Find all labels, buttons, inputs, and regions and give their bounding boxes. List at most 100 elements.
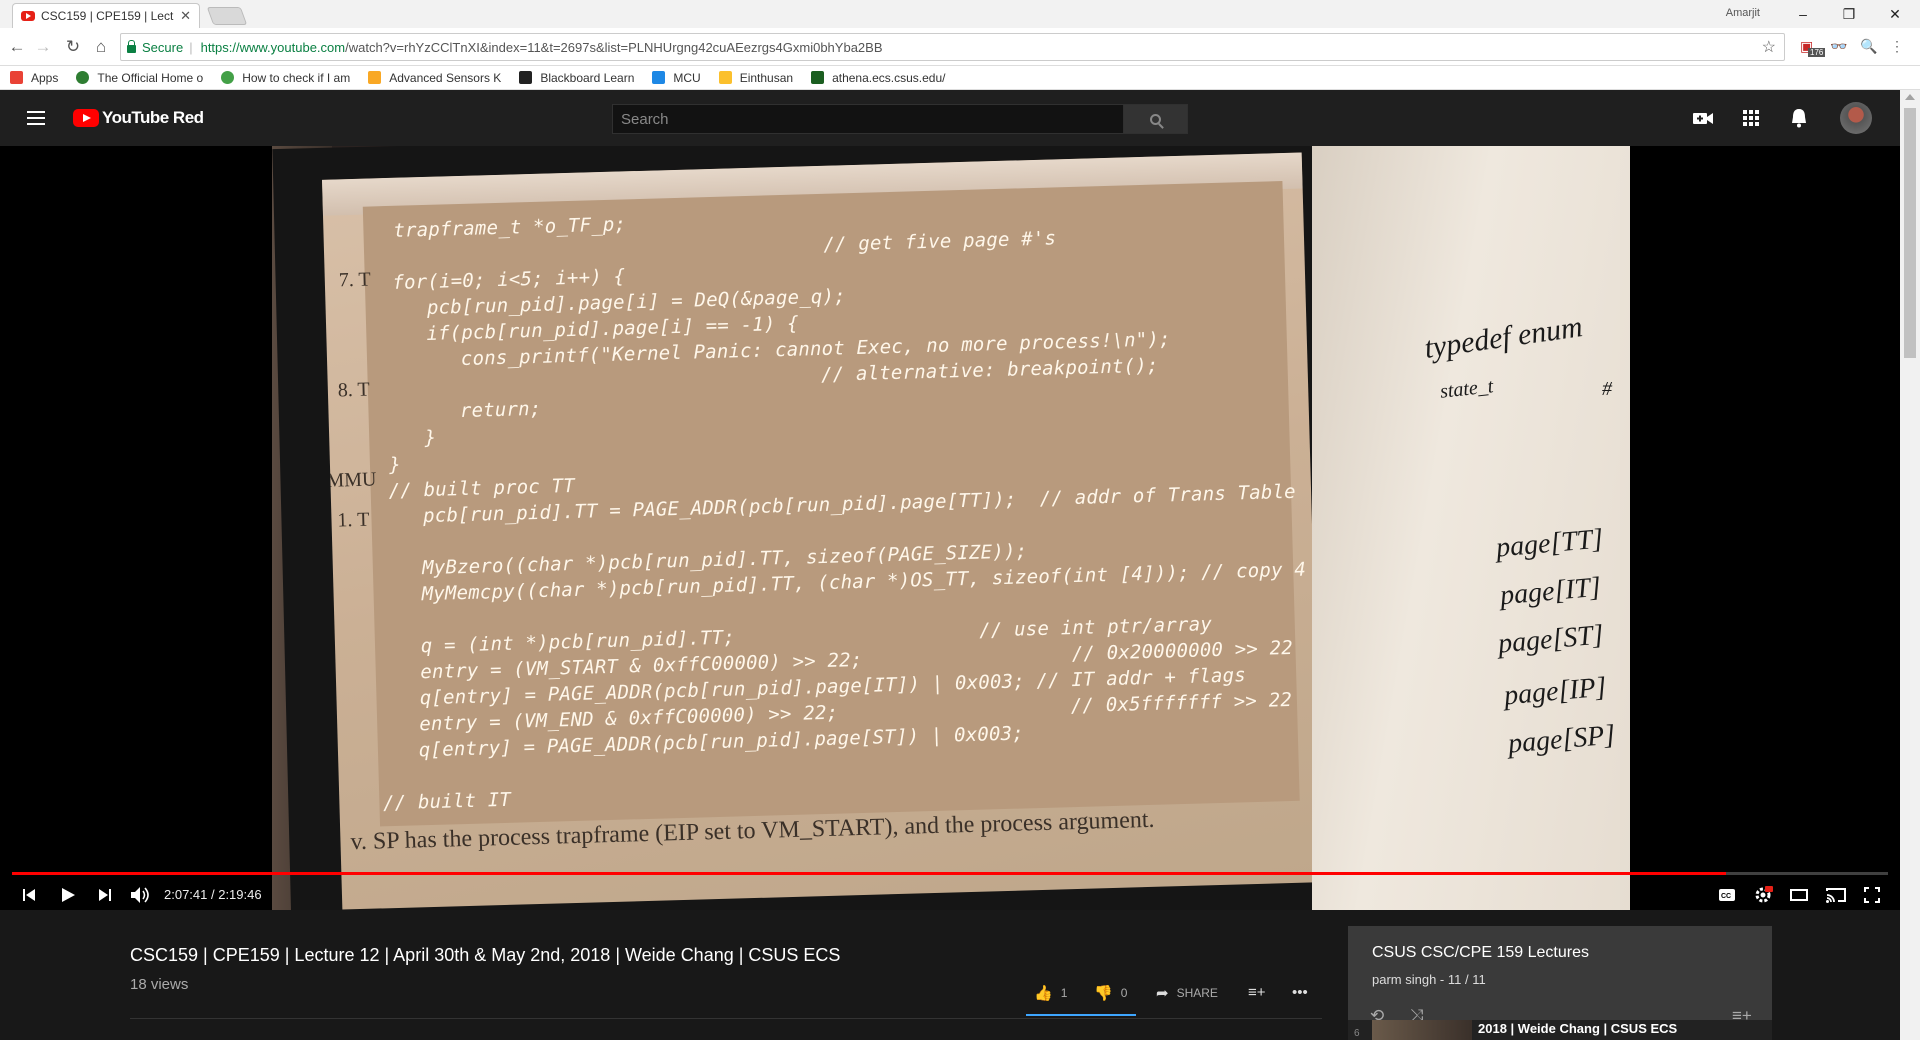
- close-window-button[interactable]: ✕: [1872, 2, 1918, 26]
- whiteboard: typedef enum state_t # page[TT] page[IT]…: [1312, 146, 1630, 910]
- lock-icon: [127, 40, 136, 53]
- create-video-icon[interactable]: [1692, 108, 1714, 128]
- video-info-section: CSC159 | CPE159 | Lecture 12 | April 30t…: [0, 910, 1900, 1040]
- tab-title: CSC159 | CPE159 | Lectur: [41, 9, 175, 23]
- playlist-thumbnail: [1372, 1020, 1472, 1040]
- playlist-add-icon: ≡+: [1248, 984, 1266, 1001]
- reload-icon[interactable]: ↻: [62, 36, 84, 58]
- search-input[interactable]: [613, 105, 1123, 133]
- youtube-logo[interactable]: YouTube Red: [73, 108, 204, 128]
- profile-name[interactable]: Amarjit: [1726, 7, 1760, 19]
- share-arrow-icon: ➦: [1156, 985, 1169, 1002]
- dislike-count: 0: [1120, 986, 1128, 1000]
- logo-text: YouTube Red: [102, 108, 204, 127]
- scroll-thumb[interactable]: [1904, 108, 1916, 358]
- share-label: SHARE: [1176, 986, 1218, 1000]
- progress-played: [12, 872, 1726, 875]
- code-line: // built IT: [382, 788, 512, 815]
- more-actions-button[interactable]: •••: [1292, 984, 1316, 1001]
- search-button[interactable]: [1123, 105, 1187, 133]
- bookmark-favicon-icon: [811, 71, 825, 84]
- search-box: [612, 104, 1188, 134]
- divider: [130, 1018, 1322, 1019]
- bookmark-star-icon[interactable]: ☆: [1762, 37, 1776, 57]
- hamburger-menu-icon[interactable]: [27, 111, 45, 125]
- like-button[interactable]: 👍 1: [1034, 984, 1067, 1002]
- separator: |: [189, 39, 193, 55]
- avatar[interactable]: [1840, 102, 1872, 134]
- url-text[interactable]: https://www.youtube.com/watch?v=rhYzCClT…: [201, 40, 883, 55]
- slide-margin-mark: 1. T: [337, 508, 370, 532]
- bookmark-item[interactable]: How to check if I am: [221, 71, 350, 85]
- more-horizontal-icon: •••: [1292, 984, 1308, 1001]
- new-tab-button[interactable]: [206, 7, 248, 25]
- bookmark-item[interactable]: Blackboard Learn: [519, 71, 634, 85]
- bookmark-item[interactable]: athena.ecs.csus.edu/: [811, 71, 946, 85]
- tab-close-icon[interactable]: ✕: [180, 8, 191, 24]
- view-count: 18 views: [130, 976, 189, 993]
- address-bar[interactable]: Secure | https://www.youtube.com/watch?v…: [120, 33, 1785, 61]
- fullscreen-icon[interactable]: [1864, 887, 1880, 903]
- minimize-button[interactable]: –: [1780, 2, 1826, 26]
- bookmark-label: Advanced Sensors K: [389, 70, 502, 85]
- settings-gear-icon[interactable]: [1753, 886, 1773, 904]
- blackboard-icon: [519, 71, 533, 84]
- theater-mode-icon[interactable]: [1790, 888, 1808, 902]
- playlist-item-title: 2018 | Weide Chang | CSUS ECS: [1478, 1021, 1678, 1036]
- cast-icon[interactable]: [1826, 887, 1846, 903]
- thumbs-down-icon: 👎: [1094, 985, 1113, 1002]
- time-display: 2:07:41 / 2:19:46: [164, 887, 262, 902]
- notifications-bell-icon[interactable]: [1788, 108, 1810, 128]
- incognito-extension-icon[interactable]: 👓: [1830, 38, 1847, 55]
- code-line: }: [389, 426, 437, 451]
- bookmark-label: MCU: [673, 70, 701, 85]
- like-count: 1: [1060, 986, 1068, 1000]
- folder-icon: [718, 71, 732, 84]
- captions-icon[interactable]: CC: [1718, 888, 1736, 902]
- video-player[interactable]: trapframe_t *o_TF_p; // get five page #'…: [0, 146, 1900, 910]
- bookmark-item[interactable]: Advanced Sensors K: [368, 71, 501, 85]
- maximize-button[interactable]: ❐: [1826, 2, 1872, 26]
- secure-label: Secure: [142, 39, 184, 55]
- whiteboard-text: state_t: [1438, 375, 1495, 403]
- home-icon[interactable]: ⌂: [90, 36, 112, 58]
- bookmark-item[interactable]: MCU: [652, 70, 701, 85]
- playlist-title[interactable]: CSUS CSC/CPE 159 Lectures: [1372, 944, 1589, 962]
- volume-icon[interactable]: [130, 886, 150, 904]
- bookmark-item[interactable]: Einthusan: [718, 71, 793, 85]
- next-icon[interactable]: [98, 888, 112, 902]
- youtube-play-logo-icon: [73, 109, 99, 127]
- add-to-playlist-button[interactable]: ≡+: [1248, 984, 1274, 1001]
- bookmark-item[interactable]: The Official Home o: [76, 71, 203, 85]
- whiteboard-text: typedef enum: [1422, 310, 1585, 365]
- slide-margin-mark: 8. T: [337, 378, 371, 402]
- play-icon[interactable]: [60, 887, 76, 903]
- bookmark-favicon-icon: [368, 71, 382, 84]
- code-line: }: [388, 453, 402, 477]
- menu-kebab-icon[interactable]: ⋮: [1890, 38, 1904, 55]
- playlist-subtitle: parm singh - 11 / 11: [1372, 972, 1486, 987]
- browser-tab[interactable]: CSC159 | CPE159 | Lectur ✕: [12, 3, 200, 28]
- zoom-search-icon[interactable]: 🔍: [1860, 38, 1877, 55]
- youtube-header: YouTube Red: [0, 90, 1900, 146]
- forward-arrow-icon[interactable]: →: [32, 36, 54, 58]
- apps-grid-icon[interactable]: [1740, 108, 1762, 128]
- back-arrow-icon[interactable]: ←: [6, 36, 28, 58]
- browser-tabstrip: CSC159 | CPE159 | Lectur ✕ Amarjit – ❐ ✕: [0, 0, 1920, 28]
- slide-margin-mark: MMU: [326, 468, 377, 492]
- share-button[interactable]: ➦ SHARE: [1156, 984, 1218, 1002]
- bookmark-apps[interactable]: Apps: [10, 71, 58, 85]
- scroll-up-arrow-icon[interactable]: [1905, 94, 1915, 100]
- page-scrollbar[interactable]: [1900, 90, 1920, 1040]
- playlist-next-item[interactable]: 6 2018 | Weide Chang | CSUS ECS: [1348, 1020, 1772, 1040]
- url-path: /watch?v=rhYzCClTnXI&index=11&t=2697s&li…: [345, 39, 883, 55]
- drive-icon: [652, 71, 666, 84]
- whiteboard-text: page[IT]: [1498, 571, 1603, 612]
- projected-slide: trapframe_t *o_TF_p; // get five page #'…: [321, 152, 1323, 910]
- dislike-button[interactable]: 👎 0: [1094, 984, 1127, 1002]
- progress-bar[interactable]: [12, 872, 1888, 875]
- extension-badge: 176: [1808, 48, 1826, 57]
- bookmark-label: Blackboard Learn: [540, 70, 635, 85]
- previous-icon[interactable]: [22, 888, 36, 902]
- player-controls: 2:07:41 / 2:19:46 CC: [0, 880, 1900, 910]
